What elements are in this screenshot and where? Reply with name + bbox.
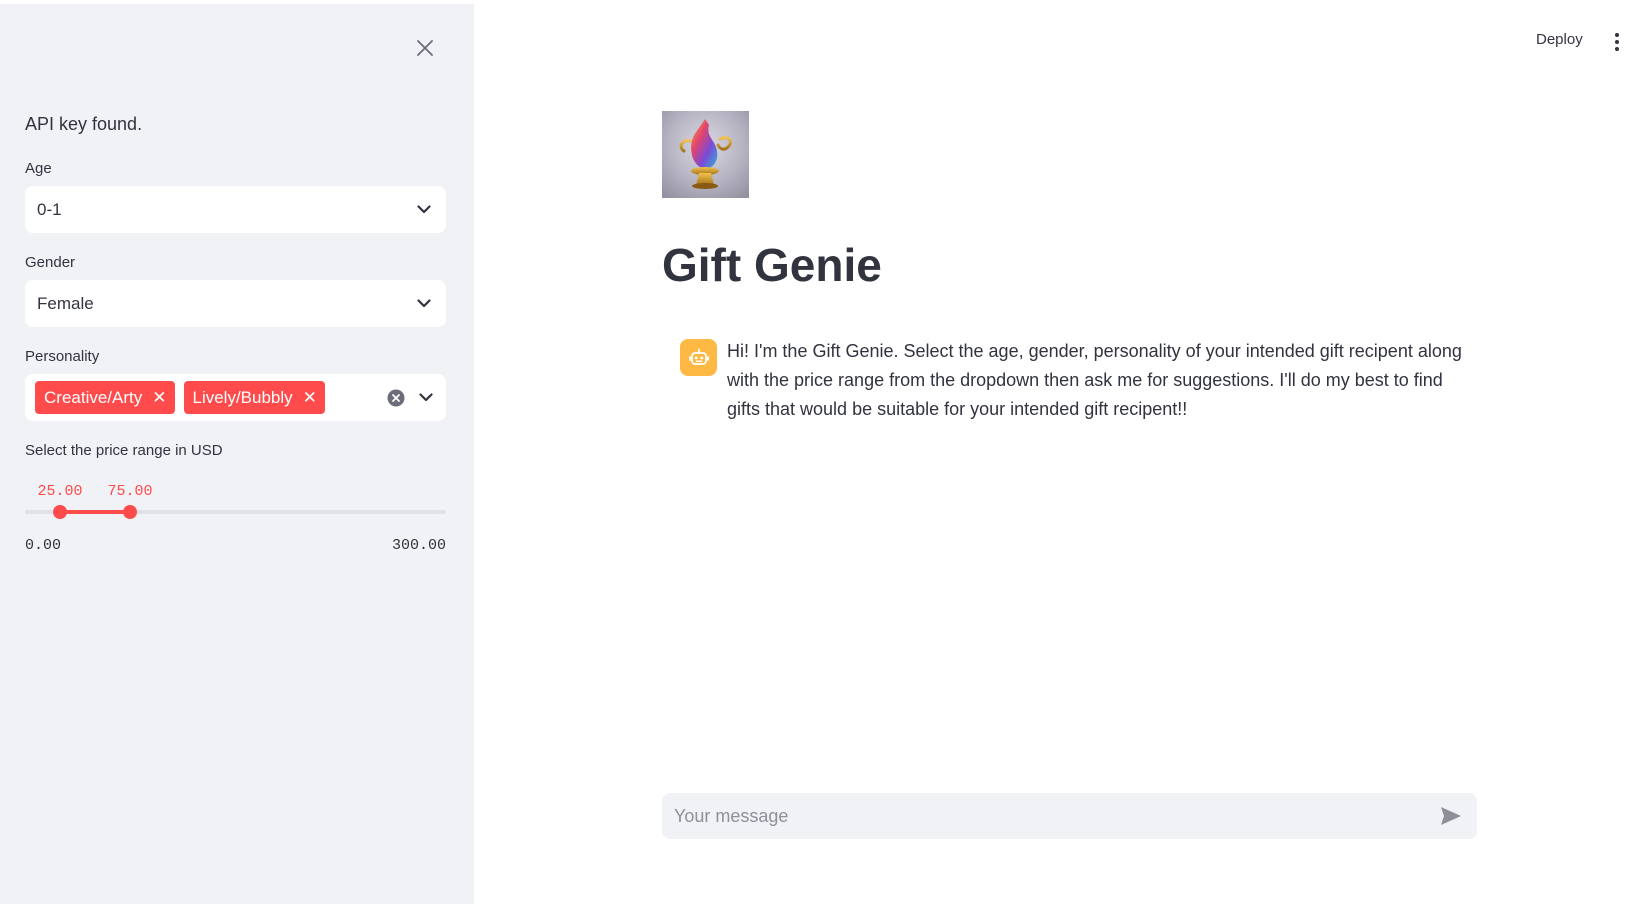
age-label: Age [25,160,52,177]
chip-label: Lively/Bubbly [192,387,293,407]
bot-avatar [680,339,717,376]
gift-genie-logo [662,111,749,198]
dot [1615,40,1619,44]
chevron-down-icon [414,294,434,314]
chevron-down-icon [414,200,434,220]
send-button[interactable] [1437,802,1465,830]
robot-icon [688,348,709,365]
slider-max-label: 300.00 [391,537,446,554]
slider-low-thumb[interactable] [53,505,67,519]
chat-message-input[interactable] [672,804,1437,828]
api-key-status: API key found. [25,114,143,134]
chat-input-bar [662,793,1477,839]
dot [1615,33,1619,37]
dot [1615,47,1619,51]
age-select[interactable]: 0-1 [25,186,446,233]
clear-circle-icon [387,389,405,406]
main-menu-button[interactable] [1612,30,1622,54]
slider-low-value: 25.00 [37,483,83,500]
send-icon [1441,807,1461,825]
personality-chip: Lively/Bubbly ✕ [183,381,325,414]
age-selected-value: 0-1 [37,199,62,219]
price-range-slider[interactable]: 25.00 75.00 0.00 300.00 [25,459,446,554]
remove-chip-button[interactable]: ✕ [303,389,317,406]
chevron-down-icon [416,388,436,408]
personality-label: Personality [25,348,100,365]
clear-all-button[interactable] [386,388,406,408]
gender-label: Gender [25,254,76,271]
personality-chip: Creative/Arty ✕ [35,381,175,414]
assistant-message-text: Hi! I'm the Gift Genie. Select the age, … [727,341,1462,419]
sidebar: API key found. Age 0-1 Gender Female Per… [0,4,474,904]
personality-chips: Creative/Arty ✕ Lively/Bubbly ✕ [35,381,386,414]
personality-multiselect[interactable]: Creative/Arty ✕ Lively/Bubbly ✕ [25,374,446,421]
close-sidebar-button[interactable] [411,34,439,62]
chip-label: Creative/Arty [44,387,143,407]
deploy-button[interactable]: Deploy [1536,31,1583,48]
remove-chip-button[interactable]: ✕ [152,389,166,406]
slider-min-label: 0.00 [25,537,62,554]
gender-select[interactable]: Female [25,280,446,327]
page-title: Gift Genie [662,239,882,291]
slider-high-thumb[interactable] [123,505,137,519]
gender-selected-value: Female [37,293,94,313]
price-range-label: Select the price range in USD [25,442,223,459]
slider-selected-range [60,510,130,514]
close-icon [417,40,433,56]
slider-high-value: 75.00 [107,483,153,500]
